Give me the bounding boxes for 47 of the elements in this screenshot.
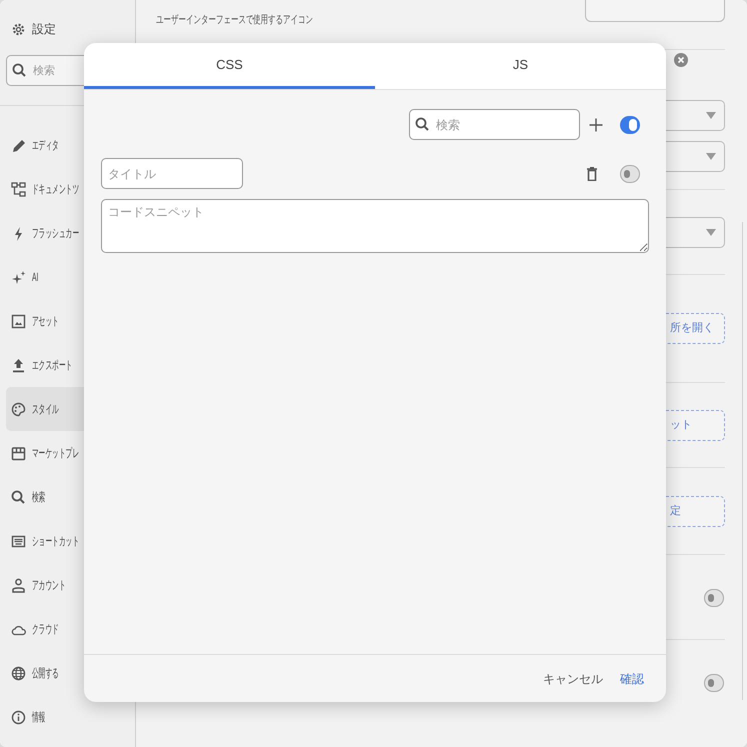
sidebar-item[interactable]: 情報 — [6, 695, 129, 739]
section-caption: ユーザーインターフェースで使用するアイコン — [156, 13, 314, 28]
sidebar-item[interactable]: マーケットプレ — [6, 431, 129, 475]
info-icon — [11, 710, 26, 724]
add-button[interactable] — [588, 116, 604, 132]
store-icon — [11, 446, 26, 460]
sidebar-item[interactable]: 検索 — [6, 475, 129, 519]
toggle-switch[interactable] — [704, 674, 724, 692]
trash-icon — [587, 166, 597, 180]
sidebar-item[interactable]: AI — [6, 255, 129, 299]
search-icon — [415, 117, 430, 132]
person-icon — [11, 578, 26, 592]
code-field[interactable]: コードスニペット — [101, 199, 649, 253]
palette-icon — [11, 402, 26, 416]
confirm-button[interactable]: 確認 — [620, 670, 644, 688]
sidebar-item[interactable]: クラウド — [6, 607, 129, 651]
delete-button[interactable] — [586, 166, 598, 182]
image-icon — [11, 314, 26, 328]
caret-icon — [706, 229, 716, 236]
tab[interactable]: CSS — [84, 43, 375, 89]
input-field[interactable] — [585, 0, 725, 22]
gear-icon — [11, 22, 26, 36]
sidebar-item[interactable]: アカウント — [6, 563, 129, 607]
keyboard-icon — [11, 534, 26, 548]
plus-icon — [589, 118, 603, 132]
caret-icon — [706, 112, 716, 119]
tree-icon — [11, 182, 26, 196]
toggle-switch[interactable] — [620, 116, 640, 134]
sidebar-item[interactable]: ショートカット — [6, 519, 129, 563]
sidebar-item[interactable]: 公開する — [6, 651, 129, 695]
title-field[interactable]: タイトル — [101, 158, 243, 189]
search-icon — [11, 490, 26, 504]
tab[interactable]: JS — [375, 43, 666, 89]
toggle-switch[interactable] — [704, 589, 724, 607]
upload-icon — [11, 358, 26, 372]
cancel-button[interactable]: キャンセル — [543, 670, 603, 688]
close-icon — [674, 53, 688, 67]
search-icon — [12, 63, 27, 78]
sidebar-title: 設定 — [32, 21, 56, 38]
caret-icon — [706, 153, 716, 160]
globe-icon — [11, 666, 26, 680]
sidebar-item[interactable]: アセット — [6, 299, 129, 343]
sparkle-icon — [11, 270, 26, 284]
pencil-icon — [11, 138, 26, 152]
search-field[interactable]: 検索 — [409, 109, 580, 140]
sidebar-item[interactable]: エクスポート — [6, 343, 129, 387]
toggle-switch[interactable] — [620, 164, 640, 182]
